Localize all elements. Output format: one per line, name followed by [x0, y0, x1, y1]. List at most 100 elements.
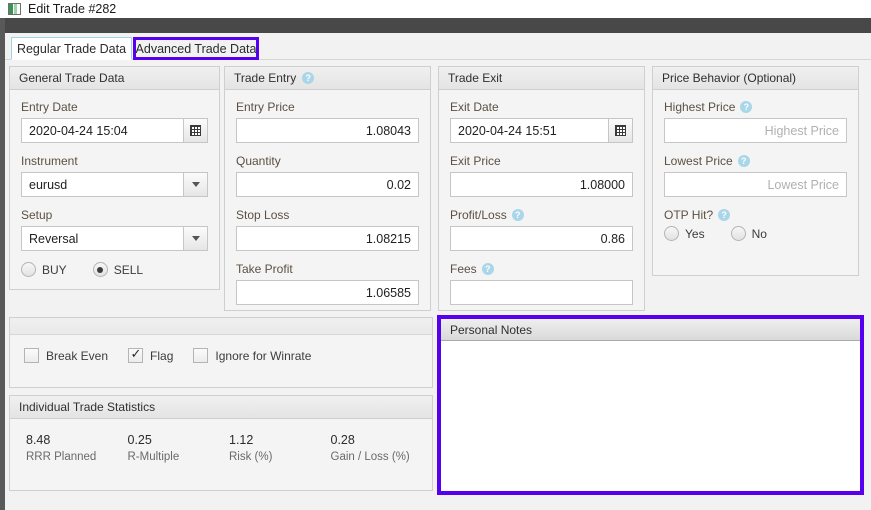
statistics-grid: 8.48 RRR Planned 0.25 R-Multiple 1.12 Ri…	[10, 419, 432, 463]
panel-personal-notes-title: Personal Notes	[450, 322, 533, 337]
entry-date-label: Entry Date	[21, 100, 78, 114]
window-title: Edit Trade #282	[28, 2, 117, 16]
window-chrome-left	[0, 18, 5, 510]
setup-label: Setup	[21, 208, 53, 222]
panel-trade-exit: Trade Exit Exit Date 2020-04-24 15:51 Ex…	[438, 66, 645, 311]
stop-loss-label: Stop Loss	[236, 208, 290, 222]
highest-price-input[interactable]: Highest Price	[664, 118, 847, 143]
stat-rrr-planned: 8.48 RRR Planned	[26, 433, 128, 463]
fees-label-text: Fees	[450, 262, 477, 276]
highest-price-label-text: Highest Price	[664, 100, 736, 114]
radio-buy-label: BUY	[42, 262, 67, 277]
radio-sell-label: SELL	[113, 262, 144, 277]
entry-price-input[interactable]: 1.08043	[236, 118, 419, 143]
panel-statistics-title: Individual Trade Statistics	[19, 400, 156, 414]
tab-regular-trade-data-label: Regular Trade Data	[16, 41, 127, 56]
help-icon[interactable]: ?	[737, 155, 750, 167]
stat-gain-loss-percent: 0.28 Gain / Loss (%)	[331, 433, 433, 463]
lowest-price-label-text: Lowest Price	[664, 154, 733, 168]
panel-price-behavior-title: Price Behavior (Optional)	[662, 71, 797, 85]
take-profit-label: Take Profit	[236, 262, 293, 276]
checkbox-ignore-for-winrate[interactable]	[193, 348, 209, 363]
stat-r-multiple-label: R-Multiple	[127, 451, 180, 463]
stat-risk-percent-value: 1.12	[229, 433, 254, 447]
radio-buy[interactable]	[21, 262, 36, 277]
panel-trade-entry-title: Trade Entry	[234, 71, 297, 85]
exit-price-input[interactable]: 1.08000	[450, 172, 633, 197]
profit-loss-label-text: Profit/Loss	[450, 208, 507, 222]
tab-regular-trade-data[interactable]: Regular Trade Data	[11, 37, 132, 60]
radio-otp-no[interactable]	[730, 226, 746, 241]
panel-general-trade-data: General Trade Data Entry Date 2020-04-24…	[9, 66, 220, 290]
entry-date-input[interactable]: 2020-04-24 15:04	[21, 118, 183, 143]
stop-loss-input[interactable]: 1.08215	[236, 226, 419, 251]
entry-date-field[interactable]: 2020-04-24 15:04	[21, 118, 208, 143]
quantity-label: Quantity	[236, 154, 281, 168]
personal-notes-textarea[interactable]	[441, 341, 860, 491]
instrument-label: Instrument	[21, 154, 78, 168]
stat-r-multiple: 0.25 R-Multiple	[128, 433, 230, 463]
take-profit-input[interactable]: 1.06585	[236, 280, 419, 305]
profit-loss-input[interactable]: 0.86	[450, 226, 633, 251]
instrument-field[interactable]: eurusd	[21, 172, 208, 197]
exit-date-label: Exit Date	[450, 100, 499, 114]
panel-statistics-header: Individual Trade Statistics	[10, 396, 432, 419]
tab-advanced-trade-data[interactable]: Advanced Trade Data	[133, 37, 259, 60]
lowest-price-input[interactable]: Lowest Price	[664, 172, 847, 197]
stat-r-multiple-value: 0.25	[127, 433, 152, 447]
otp-hit-group: Yes No	[664, 226, 847, 241]
stat-gain-loss-percent-label: Gain / Loss (%)	[330, 451, 410, 463]
stat-risk-percent: 1.12 Risk (%)	[229, 433, 331, 463]
chevron-down-icon	[191, 236, 200, 241]
app-icon	[8, 3, 21, 15]
vertical-scrollbar[interactable]	[864, 33, 871, 510]
panel-individual-trade-statistics: Individual Trade Statistics 8.48 RRR Pla…	[9, 395, 433, 491]
radio-otp-yes[interactable]	[664, 226, 679, 241]
panel-trade-entry-header: Trade Entry ?	[225, 67, 430, 90]
exit-date-field[interactable]: 2020-04-24 15:51	[450, 118, 633, 143]
panel-general-trade-data-body: Entry Date 2020-04-24 15:04 Instrument e…	[10, 90, 219, 285]
instrument-dropdown-button[interactable]	[183, 172, 208, 197]
setup-dropdown-button[interactable]	[183, 226, 208, 251]
entry-date-picker-button[interactable]	[183, 118, 208, 143]
window-chrome-top	[0, 18, 871, 33]
setup-input[interactable]: Reversal	[21, 226, 183, 251]
exit-price-label: Exit Price	[450, 154, 501, 168]
tab-strip: Regular Trade Data Advanced Trade Data	[5, 33, 871, 60]
otp-hit-label-text: OTP Hit?	[664, 208, 714, 222]
panel-personal-notes: Personal Notes	[437, 315, 864, 495]
panel-general-trade-data-title: General Trade Data	[19, 71, 125, 85]
panel-general-trade-data-header: General Trade Data	[10, 67, 219, 90]
exit-date-picker-button[interactable]	[608, 118, 633, 143]
lowest-price-label: Lowest Price ?	[664, 154, 847, 168]
profit-loss-label: Profit/Loss ?	[450, 208, 633, 222]
panel-price-behavior-header: Price Behavior (Optional)	[653, 67, 858, 90]
radio-sell[interactable]	[92, 262, 108, 277]
setup-field[interactable]: Reversal	[21, 226, 208, 251]
help-icon[interactable]: ?	[481, 263, 494, 275]
trade-direction-group: BUY SELL	[21, 262, 208, 277]
checkbox-flag[interactable]	[128, 347, 144, 363]
fees-label: Fees ?	[450, 262, 633, 276]
panel-trade-exit-title: Trade Exit	[448, 71, 503, 85]
radio-otp-no-label: No	[751, 226, 767, 241]
checkbox-break-even[interactable]	[24, 348, 39, 363]
help-icon[interactable]: ?	[740, 101, 753, 113]
stat-risk-percent-label: Risk (%)	[229, 451, 273, 463]
checkbox-break-even-label: Break Even	[46, 348, 109, 363]
checkbox-ignore-for-winrate-label: Ignore for Winrate	[215, 348, 312, 363]
help-icon[interactable]: ?	[718, 209, 731, 221]
help-icon[interactable]: ?	[511, 209, 524, 221]
panel-price-behavior-body: Highest Price ? Highest Price Lowest Pri…	[653, 90, 858, 249]
trade-flags-row: Break Even Flag Ignore for Winrate	[10, 335, 432, 363]
help-icon[interactable]: ?	[302, 72, 315, 84]
instrument-input[interactable]: eurusd	[21, 172, 183, 197]
panel-trade-flags: Break Even Flag Ignore for Winrate	[9, 317, 433, 388]
tab-advanced-trade-data-label: Advanced Trade Data	[135, 41, 257, 56]
quantity-input[interactable]: 0.02	[236, 172, 419, 197]
panel-trade-exit-body: Exit Date 2020-04-24 15:51 Exit Price 1.…	[439, 90, 644, 324]
stat-gain-loss-percent-value: 0.28	[330, 433, 355, 447]
panel-trade-exit-header: Trade Exit	[439, 67, 644, 90]
fees-input[interactable]	[450, 280, 633, 305]
exit-date-input[interactable]: 2020-04-24 15:51	[450, 118, 608, 143]
